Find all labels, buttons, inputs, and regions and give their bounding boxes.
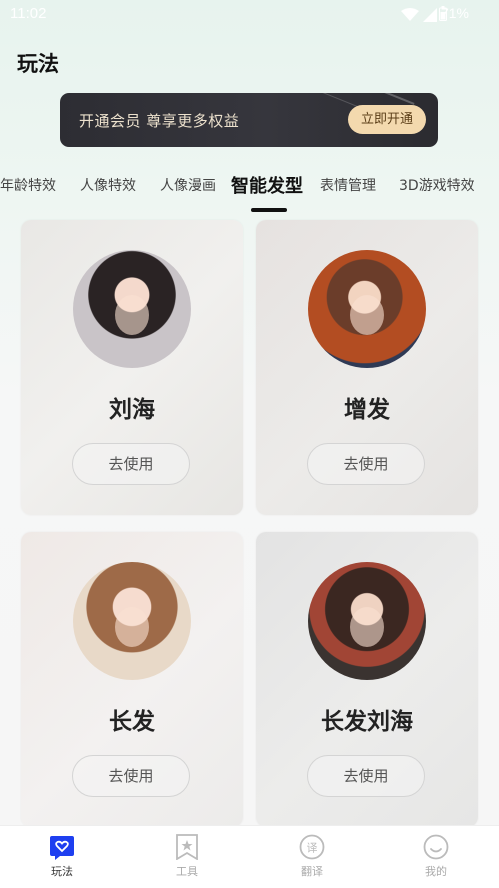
card-title: 长发刘海 (321, 709, 413, 735)
smiley-icon (423, 834, 449, 860)
category-tabs: 年龄特效 人像特效 人像漫画 智能发型 表情管理 3D游戏特效 (0, 170, 499, 200)
hairstyle-card-long-bangs[interactable]: 长发刘海 去使用 (256, 532, 478, 827)
card-title: 刘海 (109, 397, 155, 423)
hairstyle-card-long[interactable]: 长发 去使用 (21, 532, 243, 827)
card-title: 长发 (109, 709, 155, 735)
avatar (73, 562, 191, 680)
vip-banner[interactable]: 开通会员 尊享更多权益 立即开通 (60, 93, 438, 147)
svg-text:译: 译 (307, 842, 318, 855)
tab-portrait-comic[interactable]: 人像漫画 (160, 175, 216, 195)
use-button[interactable]: 去使用 (72, 443, 190, 485)
card-title: 增发 (344, 397, 390, 423)
nav-item-mine[interactable]: 我的 (406, 834, 466, 879)
heart-chat-icon (49, 834, 75, 860)
avatar (308, 250, 426, 368)
bookmark-star-icon (174, 834, 200, 861)
nav-label: 翻译 (301, 865, 323, 878)
translate-icon: 译 (299, 834, 325, 860)
status-bar: 11:02 71% (0, 0, 499, 28)
avatar (73, 250, 191, 368)
battery-percent: 71% (440, 5, 469, 21)
use-button[interactable]: 去使用 (307, 755, 425, 797)
nav-item-translate[interactable]: 译 翻译 (282, 834, 342, 879)
active-tab-indicator (251, 208, 287, 212)
vip-banner-text: 开通会员 尊享更多权益 (79, 112, 240, 130)
tab-portrait-effect[interactable]: 人像特效 (80, 175, 136, 195)
nav-label: 玩法 (51, 865, 73, 878)
page-title: 玩法 (17, 52, 59, 76)
avatar (308, 562, 426, 680)
bottom-nav: 玩法 工具 译 翻译 我的 (0, 825, 499, 888)
use-button[interactable]: 去使用 (72, 755, 190, 797)
nav-item-play[interactable]: 玩法 (32, 834, 92, 879)
status-time: 11:02 (10, 5, 47, 22)
signal-icon (423, 7, 437, 26)
nav-label: 我的 (425, 865, 447, 878)
nav-label: 工具 (176, 865, 198, 878)
use-button[interactable]: 去使用 (307, 443, 425, 485)
tab-age-effect[interactable]: 年龄特效 (0, 175, 56, 195)
tab-smart-hairstyle[interactable]: 智能发型 (231, 172, 303, 198)
nav-item-tools[interactable]: 工具 (157, 834, 217, 879)
hairstyle-card-volume[interactable]: 增发 去使用 (256, 220, 478, 515)
vip-open-button[interactable]: 立即开通 (348, 105, 426, 134)
hairstyle-card-bangs[interactable]: 刘海 去使用 (21, 220, 243, 515)
tab-expression[interactable]: 表情管理 (320, 175, 376, 195)
wifi-icon (401, 7, 419, 26)
tab-3d-game-effect[interactable]: 3D游戏特效 (399, 175, 475, 195)
